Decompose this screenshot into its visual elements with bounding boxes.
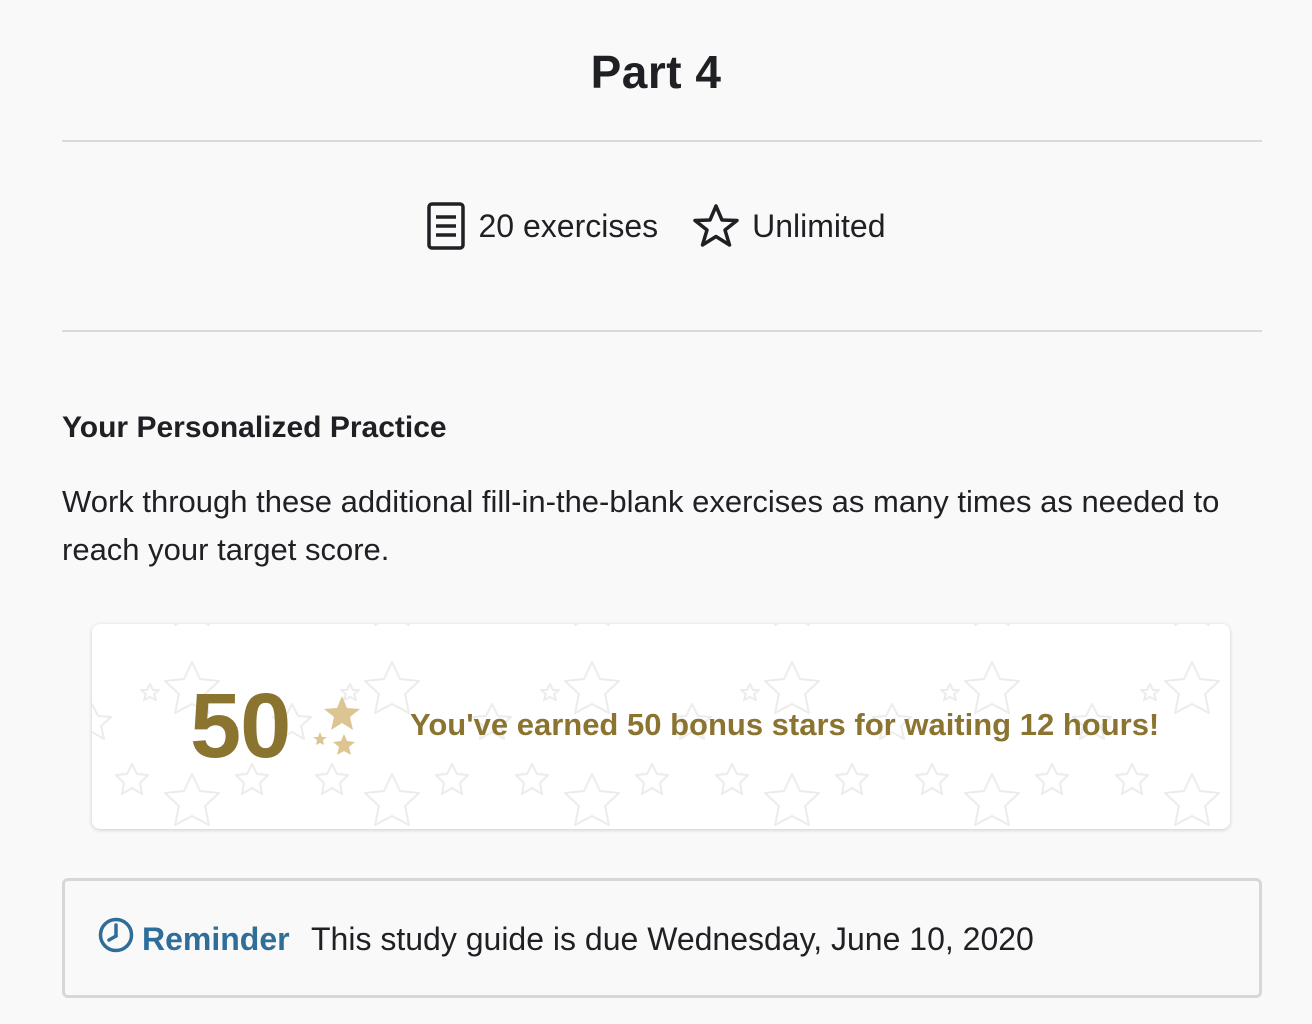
reminder-label: Reminder — [98, 917, 290, 961]
bonus-stars-message: You've earned 50 bonus stars for waiting… — [410, 707, 1160, 742]
practice-description: Work through these additional fill-in-th… — [62, 484, 1220, 567]
bonus-stars-card: 50 You've earned 50 bonus stars for wait… — [92, 624, 1230, 829]
stars-cluster-icon — [308, 692, 364, 769]
reminder-due-date: This study guide is due Wednesday, June … — [311, 921, 1034, 957]
study-guide-page: Part 4 20 exercises Unlimited Your Perso… — [0, 0, 1312, 1024]
exercises-label: 20 exercises — [478, 207, 659, 244]
exercises-count: 20 exercises — [426, 201, 658, 251]
part-meta: 20 exercises Unlimited — [0, 196, 1312, 256]
practice-heading: Your Personalized Practice — [62, 411, 447, 444]
attempts-label: Unlimited — [752, 207, 886, 244]
clock-icon — [98, 917, 134, 961]
middle-divider — [62, 330, 1262, 332]
page-title: Part 4 — [590, 46, 722, 98]
star-outline-icon — [692, 203, 740, 249]
due-date-reminder: Reminder This study guide is due Wednesd… — [62, 878, 1262, 998]
bonus-stars-number: 50 — [190, 675, 291, 777]
document-icon — [426, 201, 466, 251]
reminder-label-text: Reminder — [142, 920, 290, 957]
attempts-allowed: Unlimited — [692, 203, 886, 249]
top-divider — [62, 140, 1262, 142]
